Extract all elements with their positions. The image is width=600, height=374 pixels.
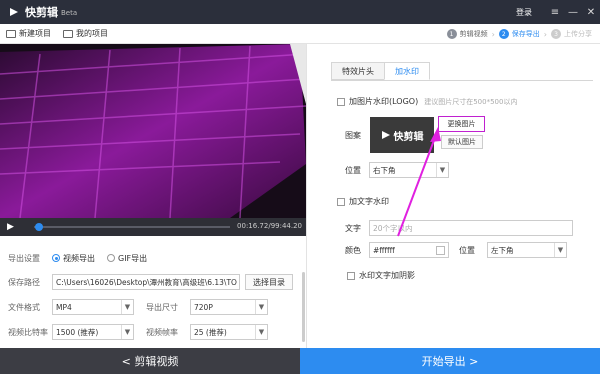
step-edit: 1 剪辑视频 — [446, 29, 488, 39]
login-link[interactable]: 登录 — [516, 7, 532, 18]
format-value: MP4 — [56, 302, 72, 312]
bitrate-label: 视频比特率 — [8, 327, 48, 337]
logo-preview-text: 快剪辑 — [393, 131, 424, 143]
step-label: 保存导出 — [511, 30, 540, 38]
menu-icon[interactable]: ≡ — [546, 7, 564, 18]
step-number: 3 — [551, 29, 561, 39]
panel-tabs: 特效片头 加水印 — [331, 62, 430, 80]
logo-watermark-label: 加图片水印(LOGO) — [349, 97, 419, 106]
scissors-icon — [381, 131, 390, 139]
size-label: 导出尺寸 — [146, 302, 178, 312]
seek-handle[interactable] — [34, 223, 43, 231]
format-select[interactable]: MP4 ▼ — [52, 299, 134, 315]
my-projects-label: 我的项目 — [76, 29, 108, 38]
shadow-checkbox[interactable] — [347, 271, 355, 280]
logo-hint: 建议图片尺寸在500*500以内 — [424, 97, 518, 106]
radio-video-label: 视频导出 — [63, 253, 95, 263]
bitrate-select[interactable]: 1500 (推荐) ▼ — [52, 324, 134, 340]
new-project-icon — [6, 29, 16, 38]
size-select[interactable]: 720P ▼ — [190, 299, 268, 315]
radio-video[interactable] — [52, 254, 60, 262]
radio-gif[interactable] — [107, 254, 115, 262]
play-icon[interactable]: ▶ — [7, 222, 14, 232]
step-number: 2 — [498, 29, 509, 39]
tab-effects[interactable]: 特效片头 — [331, 62, 385, 80]
watermark-text-input[interactable]: 20个字以内 — [369, 220, 573, 236]
size-value: 720P — [194, 302, 213, 312]
chevron-right-icon: › — [491, 29, 495, 39]
title-bar: 快剪辑 Beta 登录 ≡ — ✕ — [0, 0, 600, 24]
settings-scrollbar[interactable] — [302, 272, 305, 342]
save-path-input[interactable]: C:\Users\16026\Desktop\潭州教育\高级班\6.13\TO — [52, 274, 240, 290]
toolbar: 新建项目 我的项目 1 剪辑视频 › 2 保存导出 › 3 上传分享 — [0, 24, 600, 44]
color-swatch[interactable] — [436, 245, 445, 255]
app-title: 快剪辑 — [25, 6, 58, 19]
folder-icon — [63, 29, 73, 38]
step-label: 上传分享 — [564, 30, 592, 38]
fps-select[interactable]: 25 (推荐) ▼ — [190, 324, 268, 340]
text-position-label: 位置 — [459, 245, 475, 255]
radio-gif-label: GIF导出 — [118, 253, 148, 263]
pattern-label: 图案 — [345, 131, 361, 140]
tab-watermark[interactable]: 加水印 — [384, 62, 430, 80]
shadow-label: 水印文字加阴影 — [359, 271, 415, 280]
minimize-icon[interactable]: — — [564, 7, 582, 18]
text-position-value: 左下角 — [491, 245, 514, 255]
export-settings: 导出设置 视频导出 GIF导出 保存路径 C:\Users\16026\Desk… — [0, 236, 306, 348]
color-input[interactable]: #ffffff — [369, 242, 449, 258]
seek-bar[interactable] — [34, 223, 230, 231]
format-label: 文件格式 — [8, 302, 40, 312]
text-watermark-label: 加文字水印 — [349, 197, 389, 206]
logo-preview: 快剪辑 — [370, 117, 434, 153]
left-panel: ▶ 00:16.72/99:44.20 导出设置 视频导出 GIF导出 保存路径… — [0, 44, 306, 348]
my-projects-button[interactable]: 我的项目 — [63, 28, 108, 39]
text-watermark-checkbox[interactable] — [337, 197, 345, 206]
color-value: #ffffff — [373, 245, 395, 255]
app-logo: 快剪辑 Beta — [6, 4, 77, 20]
position-select[interactable]: 右下角 ▼ — [369, 162, 449, 178]
position-label: 位置 — [345, 165, 361, 175]
fps-value: 25 (推荐) — [194, 327, 227, 337]
fps-label: 视频帧率 — [146, 327, 178, 337]
logo-watermark-checkbox[interactable] — [337, 97, 345, 106]
chevron-down-icon: ▼ — [436, 163, 448, 177]
close-icon[interactable]: ✕ — [582, 7, 600, 18]
text-position-select[interactable]: 左下角 ▼ — [487, 242, 567, 258]
time-readout: 00:16.72/99:44.20 — [237, 222, 302, 230]
position-value: 右下角 — [373, 165, 396, 175]
scissors-icon — [6, 5, 22, 19]
chevron-down-icon: ▼ — [121, 300, 133, 314]
step-label: 剪辑视频 — [459, 30, 488, 38]
chevron-right-icon: › — [543, 29, 547, 39]
default-image-button[interactable]: 默认图片 — [441, 135, 483, 149]
new-project-label: 新建项目 — [19, 29, 51, 38]
bitrate-value: 1500 (推荐) — [56, 327, 99, 337]
chevron-down-icon: ▼ — [554, 243, 566, 257]
new-project-button[interactable]: 新建项目 — [6, 28, 51, 39]
export-settings-label: 导出设置 — [8, 253, 40, 263]
tab-divider — [331, 80, 593, 81]
chevron-down-icon: ▼ — [121, 325, 133, 339]
step-share: 3 上传分享 — [551, 29, 592, 39]
step-export: 2 保存导出 — [498, 29, 540, 39]
step-number: 1 — [446, 29, 457, 39]
step-indicator: 1 剪辑视频 › 2 保存导出 › 3 上传分享 — [443, 24, 592, 44]
text-label: 文字 — [345, 223, 361, 233]
change-image-button[interactable]: 更换图片 — [438, 116, 485, 132]
chevron-down-icon: ▼ — [255, 325, 267, 339]
choose-dir-button[interactable]: 选择目录 — [245, 274, 293, 290]
start-export-button[interactable]: 开始导出 > — [300, 348, 600, 374]
watermark-panel: 特效片头 加水印 加图片水印(LOGO) 建议图片尺寸在500*500以内 图案… — [306, 44, 600, 348]
player-controls: ▶ 00:16.72/99:44.20 — [0, 218, 306, 236]
beta-badge: Beta — [61, 9, 78, 17]
color-label: 颜色 — [345, 245, 361, 255]
chevron-down-icon: ▼ — [255, 300, 267, 314]
save-path-label: 保存路径 — [8, 277, 40, 287]
video-preview — [0, 44, 306, 218]
back-to-edit-button[interactable]: < 剪辑视频 — [0, 348, 300, 374]
